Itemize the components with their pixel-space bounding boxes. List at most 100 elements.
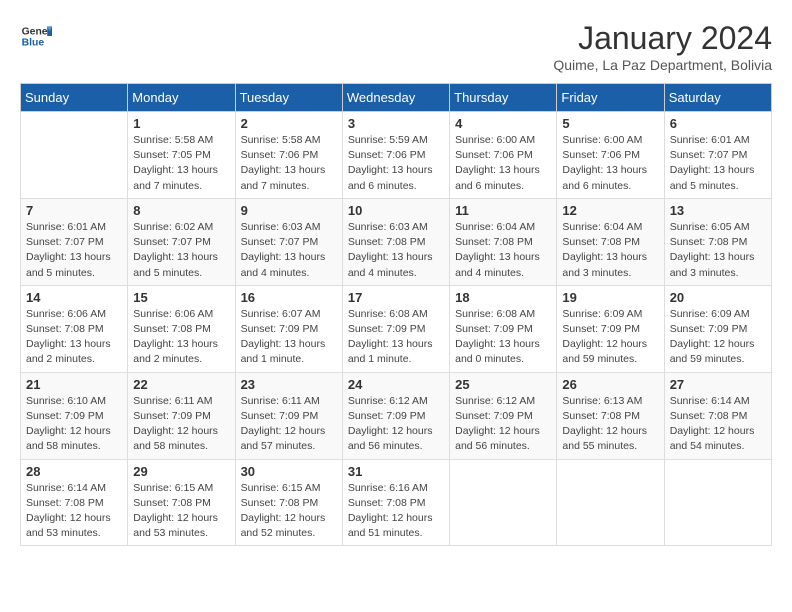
day-info: Sunrise: 6:06 AMSunset: 7:08 PMDaylight:… [26, 307, 122, 368]
day-number: 11 [455, 203, 551, 218]
calendar-cell: 2 Sunrise: 5:58 AMSunset: 7:06 PMDaylight… [235, 112, 342, 199]
svg-text:Blue: Blue [22, 38, 45, 49]
days-row: SundayMondayTuesdayWednesdayThursdayFrid… [21, 84, 772, 112]
day-info: Sunrise: 6:08 AMSunset: 7:09 PMDaylight:… [455, 307, 551, 368]
day-info: Sunrise: 6:13 AMSunset: 7:08 PMDaylight:… [562, 394, 658, 455]
day-info: Sunrise: 6:05 AMSunset: 7:08 PMDaylight:… [670, 220, 766, 281]
calendar-cell: 16Sunrise: 6:07 AMSunset: 7:09 PMDayligh… [235, 285, 342, 372]
day-header-monday: Monday [128, 84, 235, 112]
calendar-cell: 9 Sunrise: 6:03 AMSunset: 7:07 PMDaylight… [235, 198, 342, 285]
day-number: 27 [670, 377, 766, 392]
day-number: 16 [241, 290, 337, 305]
calendar-cell: 3Sunrise: 5:59 AMSunset: 7:06 PMDaylight… [342, 112, 449, 199]
day-info: Sunrise: 6:14 AMSunset: 7:08 PMDaylight:… [26, 481, 122, 542]
day-number: 25 [455, 377, 551, 392]
day-number: 1 [133, 116, 229, 131]
calendar-week-1: 1 Sunrise: 5:58 AMSunset: 7:05 PMDaylight… [21, 112, 772, 199]
calendar-cell: 6 Sunrise: 6:01 AMSunset: 7:07 PMDaylight… [664, 112, 771, 199]
day-info: Sunrise: 5:58 AMSunset: 7:05 PMDaylight:… [133, 133, 229, 194]
calendar-cell: 10 Sunrise: 6:03 AMSunset: 7:08 PMDayligh… [342, 198, 449, 285]
day-info: Sunrise: 6:11 AMSunset: 7:09 PMDaylight:… [241, 394, 337, 455]
calendar-cell: 25Sunrise: 6:12 AMSunset: 7:09 PMDayligh… [450, 372, 557, 459]
day-info: Sunrise: 6:04 AMSunset: 7:08 PMDaylight:… [455, 220, 551, 281]
day-number: 6 [670, 116, 766, 131]
calendar-table: SundayMondayTuesdayWednesdayThursdayFrid… [20, 83, 772, 546]
day-number: 19 [562, 290, 658, 305]
day-number: 12 [562, 203, 658, 218]
calendar-week-4: 21 Sunrise: 6:10 AMSunset: 7:09 PMDayligh… [21, 372, 772, 459]
calendar-week-5: 28 Sunrise: 6:14 AMSunset: 7:08 PMDayligh… [21, 459, 772, 546]
day-number: 28 [26, 464, 122, 479]
day-number: 17 [348, 290, 444, 305]
calendar-cell: 18 Sunrise: 6:08 AMSunset: 7:09 PMDayligh… [450, 285, 557, 372]
calendar-cell: 21 Sunrise: 6:10 AMSunset: 7:09 PMDayligh… [21, 372, 128, 459]
calendar-cell: 19Sunrise: 6:09 AMSunset: 7:09 PMDayligh… [557, 285, 664, 372]
day-header-sunday: Sunday [21, 84, 128, 112]
day-number: 30 [241, 464, 337, 479]
day-number: 13 [670, 203, 766, 218]
day-info: Sunrise: 6:11 AMSunset: 7:09 PMDaylight:… [133, 394, 229, 455]
title-block: January 2024 Quime, La Paz Department, B… [553, 20, 772, 73]
day-number: 29 [133, 464, 229, 479]
day-info: Sunrise: 6:00 AMSunset: 7:06 PMDaylight:… [455, 133, 551, 194]
calendar-cell: 23 Sunrise: 6:11 AMSunset: 7:09 PMDayligh… [235, 372, 342, 459]
calendar-cell: 4 Sunrise: 6:00 AMSunset: 7:06 PMDaylight… [450, 112, 557, 199]
day-number: 15 [133, 290, 229, 305]
day-info: Sunrise: 6:10 AMSunset: 7:09 PMDaylight:… [26, 394, 122, 455]
day-number: 22 [133, 377, 229, 392]
calendar-header: SundayMondayTuesdayWednesdayThursdayFrid… [21, 84, 772, 112]
calendar-cell: 24 Sunrise: 6:12 AMSunset: 7:09 PMDayligh… [342, 372, 449, 459]
calendar-cell: 22 Sunrise: 6:11 AMSunset: 7:09 PMDayligh… [128, 372, 235, 459]
day-header-friday: Friday [557, 84, 664, 112]
day-number: 3 [348, 116, 444, 131]
calendar-cell [21, 112, 128, 199]
day-info: Sunrise: 6:09 AMSunset: 7:09 PMDaylight:… [670, 307, 766, 368]
day-info: Sunrise: 6:03 AMSunset: 7:08 PMDaylight:… [348, 220, 444, 281]
day-number: 10 [348, 203, 444, 218]
day-header-thursday: Thursday [450, 84, 557, 112]
calendar-cell: 14 Sunrise: 6:06 AMSunset: 7:08 PMDayligh… [21, 285, 128, 372]
calendar-cell: 7 Sunrise: 6:01 AMSunset: 7:07 PMDaylight… [21, 198, 128, 285]
day-number: 2 [241, 116, 337, 131]
calendar-week-3: 14 Sunrise: 6:06 AMSunset: 7:08 PMDayligh… [21, 285, 772, 372]
day-number: 4 [455, 116, 551, 131]
calendar-week-2: 7 Sunrise: 6:01 AMSunset: 7:07 PMDaylight… [21, 198, 772, 285]
day-info: Sunrise: 6:12 AMSunset: 7:09 PMDaylight:… [348, 394, 444, 455]
calendar-cell: 31Sunrise: 6:16 AMSunset: 7:08 PMDayligh… [342, 459, 449, 546]
calendar-cell [557, 459, 664, 546]
calendar-cell: 1 Sunrise: 5:58 AMSunset: 7:05 PMDaylight… [128, 112, 235, 199]
calendar-cell: 17Sunrise: 6:08 AMSunset: 7:09 PMDayligh… [342, 285, 449, 372]
calendar-cell: 30 Sunrise: 6:15 AMSunset: 7:08 PMDayligh… [235, 459, 342, 546]
location-subtitle: Quime, La Paz Department, Bolivia [553, 57, 772, 73]
calendar-cell: 11 Sunrise: 6:04 AMSunset: 7:08 PMDayligh… [450, 198, 557, 285]
day-info: Sunrise: 6:02 AMSunset: 7:07 PMDaylight:… [133, 220, 229, 281]
day-info: Sunrise: 6:06 AMSunset: 7:08 PMDaylight:… [133, 307, 229, 368]
day-header-tuesday: Tuesday [235, 84, 342, 112]
day-number: 9 [241, 203, 337, 218]
day-info: Sunrise: 5:58 AMSunset: 7:06 PMDaylight:… [241, 133, 337, 194]
calendar-cell: 27Sunrise: 6:14 AMSunset: 7:08 PMDayligh… [664, 372, 771, 459]
day-number: 14 [26, 290, 122, 305]
day-number: 31 [348, 464, 444, 479]
day-number: 18 [455, 290, 551, 305]
day-info: Sunrise: 6:01 AMSunset: 7:07 PMDaylight:… [26, 220, 122, 281]
day-number: 26 [562, 377, 658, 392]
day-header-saturday: Saturday [664, 84, 771, 112]
calendar-cell: 20 Sunrise: 6:09 AMSunset: 7:09 PMDayligh… [664, 285, 771, 372]
day-info: Sunrise: 6:15 AMSunset: 7:08 PMDaylight:… [133, 481, 229, 542]
day-number: 8 [133, 203, 229, 218]
page-header: General Blue January 2024 Quime, La Paz … [20, 20, 772, 73]
day-number: 21 [26, 377, 122, 392]
day-info: Sunrise: 6:03 AMSunset: 7:07 PMDaylight:… [241, 220, 337, 281]
calendar-cell: 8 Sunrise: 6:02 AMSunset: 7:07 PMDaylight… [128, 198, 235, 285]
month-title: January 2024 [553, 20, 772, 57]
day-number: 20 [670, 290, 766, 305]
day-info: Sunrise: 6:15 AMSunset: 7:08 PMDaylight:… [241, 481, 337, 542]
day-info: Sunrise: 6:01 AMSunset: 7:07 PMDaylight:… [670, 133, 766, 194]
day-number: 23 [241, 377, 337, 392]
calendar-cell: 12Sunrise: 6:04 AMSunset: 7:08 PMDayligh… [557, 198, 664, 285]
day-number: 24 [348, 377, 444, 392]
calendar-cell [664, 459, 771, 546]
day-number: 7 [26, 203, 122, 218]
calendar-cell: 26 Sunrise: 6:13 AMSunset: 7:08 PMDayligh… [557, 372, 664, 459]
